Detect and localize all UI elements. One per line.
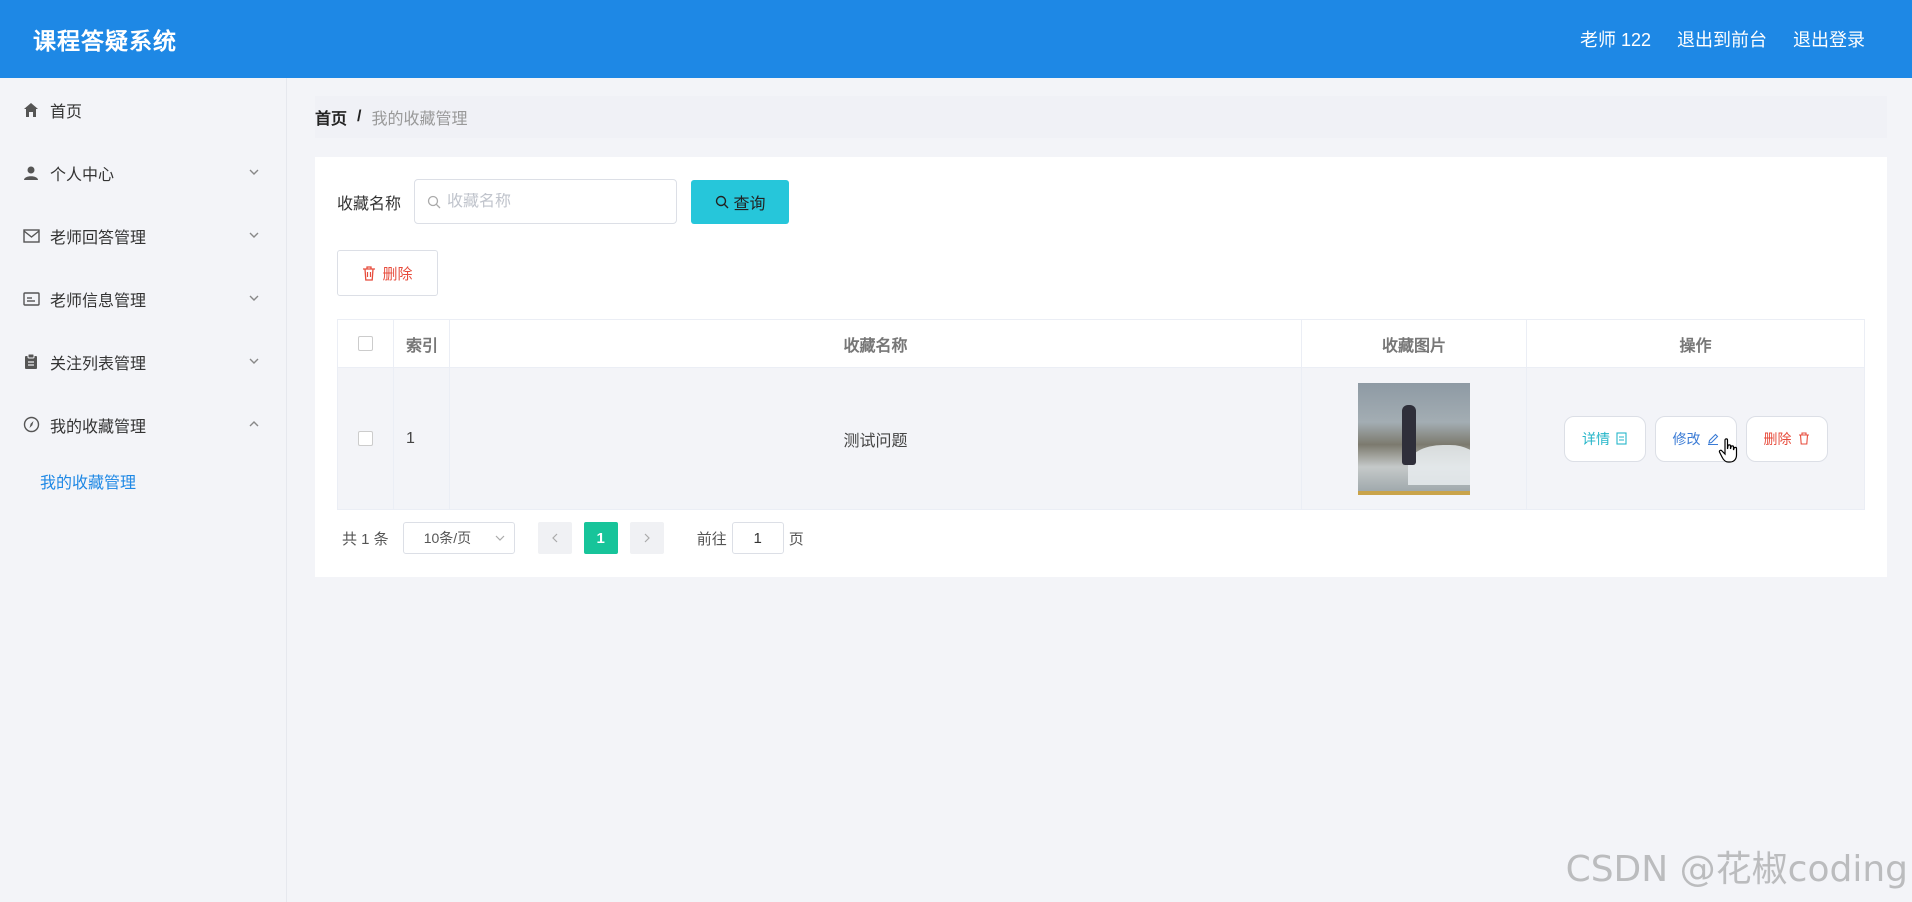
chevron-down-icon	[249, 358, 259, 364]
search-icon	[427, 195, 441, 208]
goto-label: 前往	[696, 530, 727, 548]
search-icon	[715, 195, 728, 208]
page-size-value: 10条/页	[423, 530, 472, 546]
sidebar-item-follow-list[interactable]: 关注列表管理	[0, 330, 286, 393]
hand-cursor-icon	[1718, 438, 1738, 463]
next-page-button[interactable]	[629, 522, 664, 554]
chevron-left-icon	[551, 533, 558, 543]
breadcrumb-home[interactable]: 首页	[315, 105, 347, 129]
home-icon	[22, 101, 40, 119]
favorite-thumbnail[interactable]	[1358, 382, 1470, 495]
current-user-label[interactable]: 老师 122	[1580, 26, 1651, 52]
logout-link[interactable]: 退出登录	[1793, 26, 1865, 52]
row-name: 测试问题	[450, 368, 1302, 509]
search-row: 收藏名称 查询	[337, 179, 790, 224]
search-input[interactable]	[447, 192, 648, 211]
breadcrumb-current: 我的收藏管理	[371, 111, 468, 128]
sidebar-item-label: 个人中心	[50, 166, 115, 184]
chevron-up-icon	[249, 421, 259, 427]
sidebar-item-label: 首页	[50, 103, 83, 121]
table-header: 索引 收藏名称 收藏图片 操作	[338, 320, 1864, 368]
header-check-cell	[338, 320, 394, 367]
column-header-image: 收藏图片	[1302, 320, 1527, 367]
exit-to-front-link[interactable]: 退出到前台	[1677, 26, 1767, 52]
sidebar-item-my-favorites[interactable]: 我的收藏管理	[0, 393, 286, 456]
prev-page-button[interactable]	[537, 522, 572, 554]
detail-button-label: 详情	[1582, 430, 1610, 447]
thumbnail-sand	[1358, 490, 1470, 495]
sidebar-item-home[interactable]: 首页	[0, 78, 286, 141]
top-right-links: 老师 122 退出到前台 退出登录	[1580, 26, 1879, 52]
sidebar-item-label: 老师回答管理	[50, 229, 147, 247]
chevron-down-icon	[249, 295, 259, 301]
row-index: 1	[394, 368, 450, 509]
chevron-down-icon	[495, 535, 505, 541]
pencil-icon	[1707, 433, 1718, 445]
pagination: 共 1 条 10条/页 1 前往 页	[342, 522, 804, 554]
page-unit-label: 页	[788, 530, 804, 548]
sidebar-item-teacher-info[interactable]: 老师信息管理	[0, 267, 286, 330]
query-button-label: 查询	[733, 195, 766, 213]
sidebar-item-label: 我的收藏管理	[50, 418, 147, 436]
column-header-name: 收藏名称	[450, 320, 1302, 367]
app-title: 课程答疑系统	[33, 28, 177, 54]
thumbnail-wave	[1408, 444, 1470, 485]
favorites-table: 索引 收藏名称 收藏图片 操作 1 测试问题 详情 修改 删除	[337, 319, 1865, 510]
search-field[interactable]	[414, 179, 678, 224]
trash-icon	[363, 265, 376, 281]
user-icon	[22, 164, 40, 182]
id-card-icon	[22, 290, 40, 308]
row-check-cell	[338, 368, 394, 509]
batch-delete-button[interactable]: 删除	[337, 250, 438, 296]
sidebar-item-label: 关注列表管理	[50, 355, 147, 373]
sidebar-item-label: 老师信息管理	[50, 292, 147, 310]
breadcrumb: 首页 / 我的收藏管理	[315, 96, 1887, 138]
thumbnail-figure	[1402, 404, 1416, 465]
query-button[interactable]: 查询	[691, 179, 790, 224]
top-bar: 课程答疑系统 老师 122 退出到前台 退出登录	[0, 0, 1912, 78]
row-delete-label: 删除	[1763, 430, 1792, 447]
pagination-total: 共 1 条	[342, 530, 389, 548]
mail-icon	[22, 227, 40, 245]
detail-button[interactable]: 详情	[1563, 415, 1646, 462]
watermark: CSDN @花椒coding	[1565, 849, 1908, 890]
chevron-right-icon	[644, 533, 650, 543]
page-size-select[interactable]: 10条/页	[402, 522, 515, 554]
goto-page-input[interactable]	[731, 522, 784, 554]
table-row: 1 测试问题 详情 修改 删除	[338, 368, 1864, 509]
batch-delete-label: 删除	[382, 265, 413, 283]
row-image-cell	[1302, 368, 1527, 509]
page-number-button[interactable]: 1	[583, 522, 618, 554]
document-icon	[1616, 432, 1627, 445]
clipboard-icon	[22, 353, 40, 371]
row-delete-button[interactable]: 删除	[1745, 415, 1828, 462]
search-label: 收藏名称	[337, 195, 402, 213]
column-header-actions: 操作	[1679, 337, 1712, 355]
column-header-index: 索引	[394, 320, 450, 367]
edit-button-label: 修改	[1672, 430, 1701, 447]
submenu-item-my-favorites[interactable]: 我的收藏管理	[0, 456, 286, 506]
compass-icon	[22, 416, 40, 434]
trash-icon	[1798, 432, 1809, 445]
sidebar-item-personal-center[interactable]: 个人中心	[0, 141, 286, 204]
row-checkbox[interactable]	[358, 431, 373, 446]
sidebar-item-teacher-answers[interactable]: 老师回答管理	[0, 204, 286, 267]
chevron-down-icon	[249, 232, 259, 238]
chevron-down-icon	[249, 169, 259, 175]
sidebar: 首页 个人中心 老师回答管理 老师信息管理 关注列表管理 我的收藏管理 我的收藏…	[0, 78, 287, 902]
main-panel: 收藏名称 查询 删除 索引 收藏名称 收藏图片 操作 1 测试问题	[315, 157, 1887, 577]
select-all-checkbox[interactable]	[358, 336, 373, 351]
breadcrumb-separator: /	[357, 108, 362, 125]
row-actions: 详情 修改 删除	[1527, 368, 1864, 509]
